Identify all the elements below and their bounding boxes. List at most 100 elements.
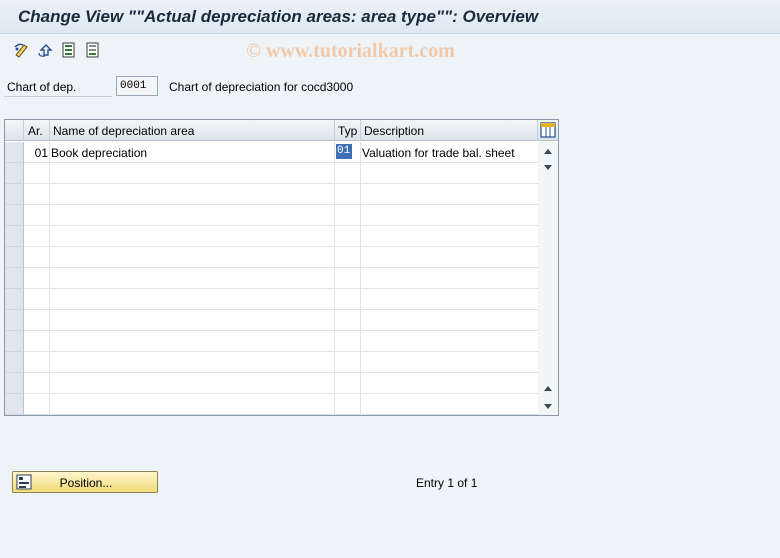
row-selector[interactable] bbox=[5, 205, 24, 226]
cell-empty bbox=[335, 352, 361, 373]
scroll-down-icon[interactable] bbox=[543, 162, 553, 172]
vertical-scrollbar[interactable] bbox=[538, 142, 558, 415]
cell-empty bbox=[335, 268, 361, 289]
table-row-empty bbox=[5, 184, 538, 205]
cell-empty bbox=[50, 268, 335, 289]
table-row-empty bbox=[5, 226, 538, 247]
cell-empty bbox=[25, 226, 50, 247]
chart-of-dep-description: Chart of depreciation for cocd3000 bbox=[169, 80, 354, 94]
scroll-down-icon[interactable] bbox=[543, 401, 553, 411]
entry-counter: Entry 1 of 1 bbox=[416, 476, 478, 490]
cell-empty bbox=[50, 226, 335, 247]
cell-empty bbox=[25, 163, 50, 184]
cell-empty bbox=[50, 205, 335, 226]
cell-empty bbox=[361, 373, 538, 394]
cell-empty bbox=[335, 205, 361, 226]
table-row-empty bbox=[5, 310, 538, 331]
cell-area-number: 01 bbox=[25, 142, 50, 163]
col-header-typ[interactable]: Typ bbox=[335, 120, 361, 141]
row-selector[interactable] bbox=[5, 163, 24, 184]
table-row-empty bbox=[5, 331, 538, 352]
cell-empty bbox=[25, 310, 50, 331]
table-row-empty bbox=[5, 163, 538, 184]
col-header-name[interactable]: Name of depreciation area bbox=[50, 120, 335, 141]
cell-empty bbox=[25, 331, 50, 352]
cell-empty bbox=[335, 184, 361, 205]
table-row-empty bbox=[5, 205, 538, 226]
select-all-rows-cell[interactable] bbox=[5, 120, 24, 141]
table-row-empty bbox=[5, 352, 538, 373]
position-button[interactable]: Position... bbox=[12, 471, 158, 493]
cell-empty bbox=[25, 352, 50, 373]
cell-empty bbox=[335, 373, 361, 394]
depreciation-areas-table: Ar. Name of depreciation area Typ Descri… bbox=[4, 119, 559, 416]
cell-empty bbox=[361, 247, 538, 268]
row-selector[interactable] bbox=[5, 352, 24, 373]
row-selector[interactable] bbox=[5, 394, 24, 415]
row-selector[interactable] bbox=[5, 373, 24, 394]
row-selector[interactable] bbox=[5, 184, 24, 205]
cell-empty bbox=[50, 289, 335, 310]
cell-empty bbox=[50, 184, 335, 205]
cell-empty bbox=[335, 226, 361, 247]
scroll-up-icon[interactable] bbox=[543, 147, 553, 157]
cell-empty bbox=[25, 205, 50, 226]
cell-empty bbox=[361, 289, 538, 310]
cell-empty bbox=[50, 247, 335, 268]
cell-empty bbox=[50, 163, 335, 184]
row-selector[interactable] bbox=[5, 247, 24, 268]
col-header-description[interactable]: Description bbox=[361, 120, 538, 141]
display-change-icon[interactable] bbox=[13, 41, 31, 59]
position-button-label: Position... bbox=[59, 476, 113, 490]
table-row-empty bbox=[5, 394, 538, 415]
cell-empty bbox=[361, 163, 538, 184]
chart-of-dep-label: Chart of dep. bbox=[7, 80, 77, 94]
cell-empty bbox=[50, 331, 335, 352]
table-row-empty bbox=[5, 268, 538, 289]
cell-empty bbox=[361, 394, 538, 415]
cell-empty bbox=[335, 310, 361, 331]
chart-of-dep-field[interactable]: 0001 bbox=[116, 76, 158, 96]
row-selector[interactable] bbox=[5, 331, 24, 352]
area-type-input[interactable]: 01 bbox=[336, 144, 352, 159]
cell-empty bbox=[335, 331, 361, 352]
row-selector[interactable] bbox=[5, 142, 24, 163]
table-header: Ar. Name of depreciation area Typ Descri… bbox=[5, 120, 558, 141]
column-settings-icon[interactable] bbox=[540, 122, 556, 138]
cell-type: 01 bbox=[335, 142, 361, 163]
row-selector[interactable] bbox=[5, 289, 24, 310]
cell-empty bbox=[50, 310, 335, 331]
table-row-empty bbox=[5, 247, 538, 268]
scroll-up-icon[interactable] bbox=[543, 384, 553, 394]
table-row-empty bbox=[5, 289, 538, 310]
cell-empty bbox=[25, 394, 50, 415]
cell-empty bbox=[361, 331, 538, 352]
col-header-ar[interactable]: Ar. bbox=[25, 120, 50, 141]
cell-empty bbox=[361, 352, 538, 373]
undo-icon[interactable] bbox=[37, 41, 55, 59]
watermark: © www.tutorialkart.com bbox=[246, 40, 455, 62]
select-all-icon[interactable] bbox=[60, 41, 78, 59]
cell-empty bbox=[50, 394, 335, 415]
deselect-all-icon[interactable] bbox=[84, 41, 102, 59]
cell-empty bbox=[361, 268, 538, 289]
cell-empty bbox=[335, 247, 361, 268]
label-underline bbox=[4, 96, 112, 97]
cell-empty bbox=[25, 247, 50, 268]
row-selector[interactable] bbox=[5, 226, 24, 247]
cell-empty bbox=[50, 352, 335, 373]
row-selector[interactable] bbox=[5, 310, 24, 331]
cell-empty bbox=[25, 184, 50, 205]
cell-empty bbox=[50, 373, 335, 394]
table-body: 01 Book depreciation 01 Valuation for tr… bbox=[5, 142, 558, 415]
cell-empty bbox=[25, 268, 50, 289]
row-selector[interactable] bbox=[5, 268, 24, 289]
cell-empty bbox=[361, 226, 538, 247]
cell-empty bbox=[25, 289, 50, 310]
chart-of-depreciation-row: Chart of dep. 0001 Chart of depreciation… bbox=[0, 74, 780, 98]
cell-empty bbox=[25, 373, 50, 394]
cell-empty bbox=[335, 163, 361, 184]
cell-empty bbox=[361, 310, 538, 331]
table-row-empty bbox=[5, 373, 538, 394]
cell-empty bbox=[335, 289, 361, 310]
